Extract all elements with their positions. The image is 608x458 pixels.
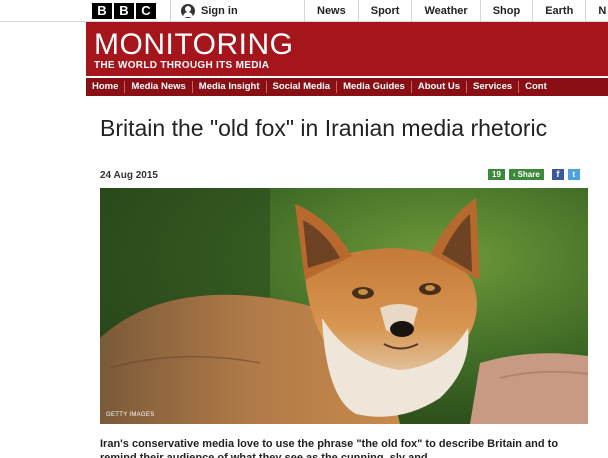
user-icon [181,4,195,18]
fox-photo-illustration [100,188,588,424]
share-icon: ‹ [512,170,516,179]
sectionnav-services[interactable]: Services [467,81,520,93]
facebook-icon[interactable]: f [551,169,564,180]
topnav-weather[interactable]: Weather [411,0,479,22]
share-label: Share [517,170,540,179]
monitoring-masthead: MONITORING THE WORLD THROUGH ITS MEDIA [86,22,608,76]
topnav-more[interactable]: N [585,0,608,22]
sectionnav-about-us[interactable]: About Us [412,81,468,93]
topnav-earth[interactable]: Earth [532,0,585,22]
share-button[interactable]: ‹ Share [508,169,544,180]
twitter-icon[interactable]: t [567,169,580,180]
signin-link[interactable]: Sign in [170,0,238,22]
sectionnav-media-insight[interactable]: Media Insight [193,81,267,93]
top-nav: News Sport Weather Shop Earth N [304,0,608,22]
article-photo: GETTY IMAGES [100,188,588,424]
photo-credit: GETTY IMAGES [106,412,155,418]
share-count: 19 [488,169,505,180]
sectionnav-media-news[interactable]: Media News [125,81,193,93]
bbc-logo-letter: B [114,3,134,19]
section-nav: Home Media News Media Insight Social Med… [86,78,608,96]
topnav-sport[interactable]: Sport [357,0,412,22]
sectionnav-media-guides[interactable]: Media Guides [337,81,412,93]
masthead-title[interactable]: MONITORING [94,30,293,60]
article-date: 24 Aug 2015 [100,170,158,181]
masthead-tagline: THE WORLD THROUGH ITS MEDIA [94,60,270,71]
article-headline: Britain the "old fox" in Iranian media r… [100,115,548,141]
sectionnav-social-media[interactable]: Social Media [267,81,338,93]
bbc-top-bar: B B C Sign in News Sport Weather Shop Ea… [0,0,608,22]
article-lede: Iran's conservative media love to use th… [100,438,559,458]
topnav-shop[interactable]: Shop [479,0,533,22]
sectionnav-home[interactable]: Home [86,81,126,93]
share-tools: 19 ‹ Share f t [488,169,580,180]
bbc-logo-letter: C [136,3,156,19]
signin-label: Sign in [201,5,238,17]
topnav-news[interactable]: News [304,0,358,22]
sectionnav-contact[interactable]: Cont [519,81,553,93]
bbc-logo-letter: B [92,3,112,19]
bbc-logo[interactable]: B B C [92,3,156,19]
